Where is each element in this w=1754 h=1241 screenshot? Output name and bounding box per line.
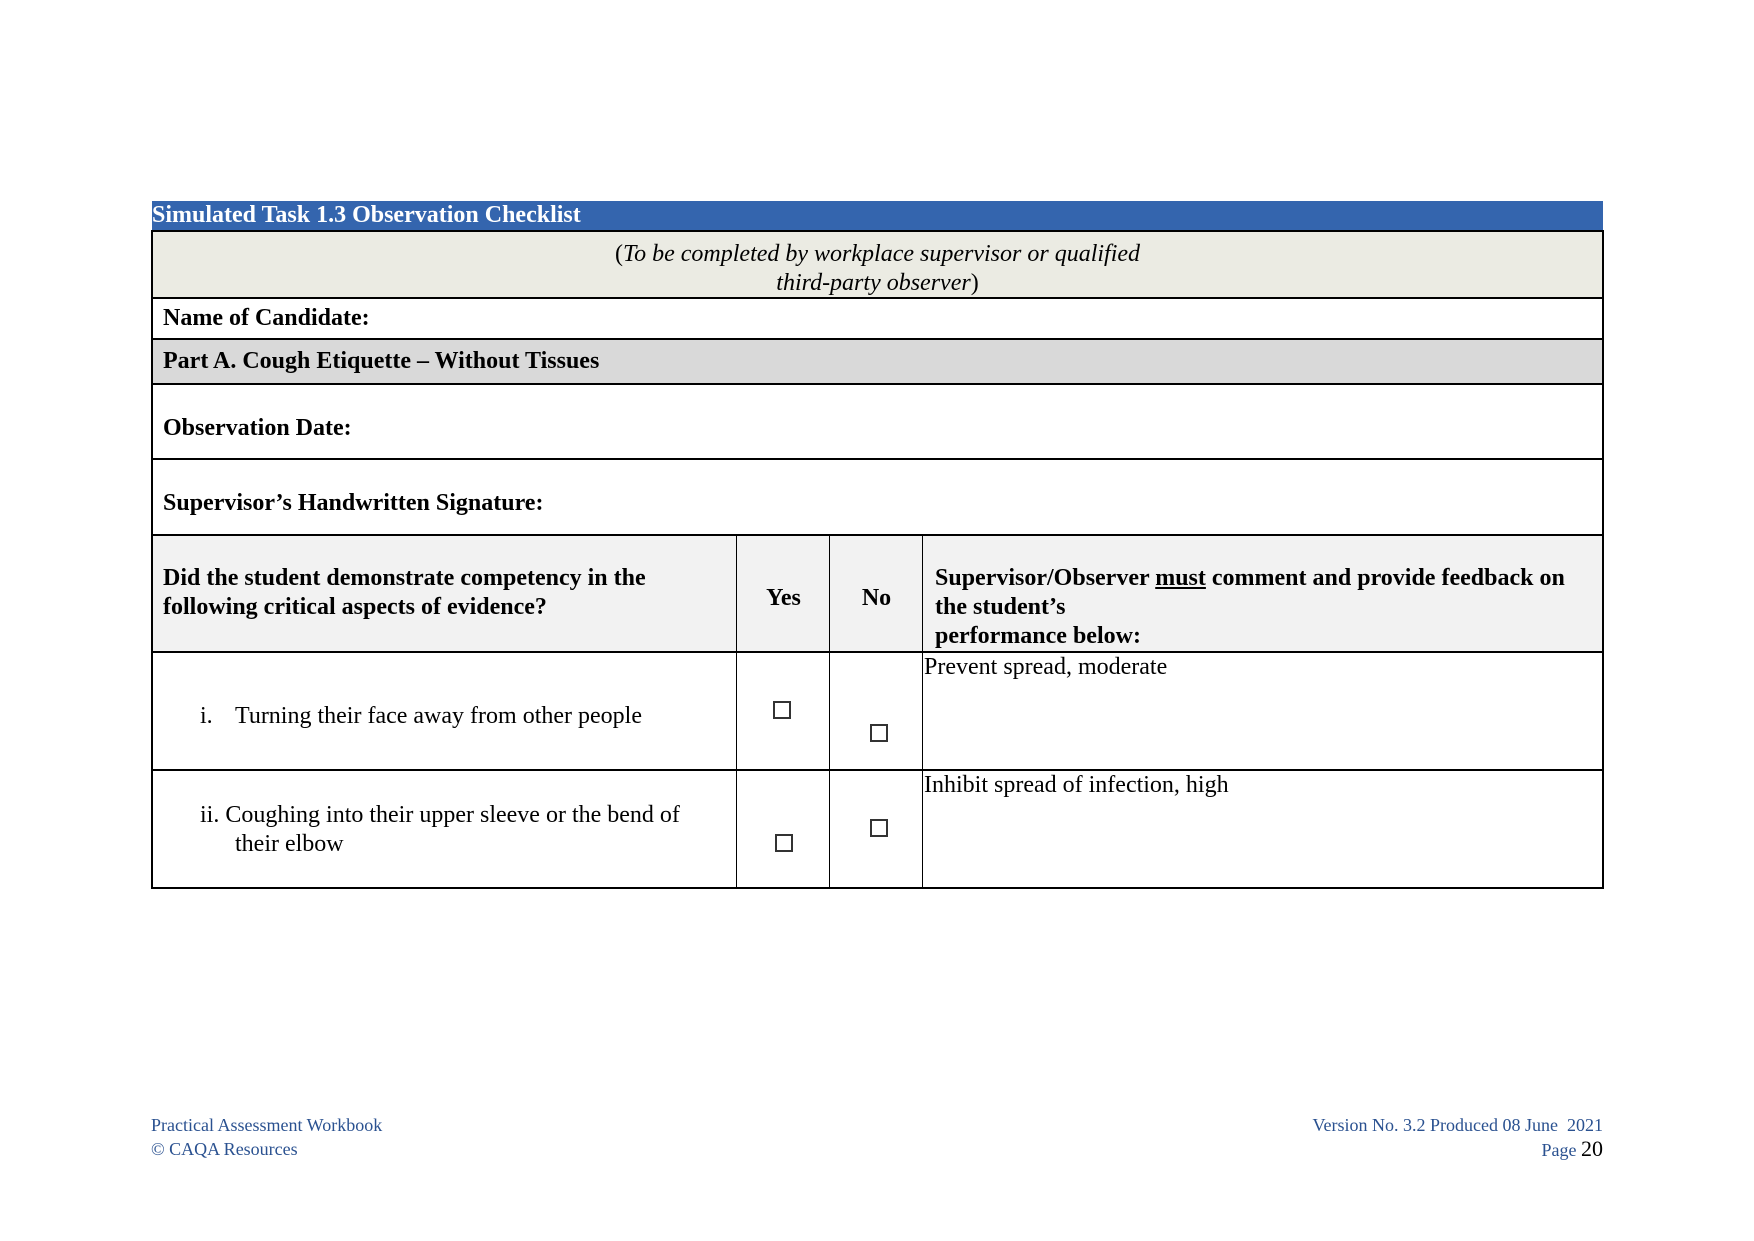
table-border: [152, 887, 1603, 889]
instructions-line-2: third-party observer): [153, 269, 1602, 298]
row-numeral: i.: [200, 703, 213, 729]
instructions-row: (To be completed by workplace supervisor…: [153, 231, 1602, 298]
checklist-title-bar: Simulated Task 1.3 Observation Checklist: [152, 201, 1603, 230]
row-1-no-checkbox[interactable]: [870, 724, 888, 742]
yes-header: Yes: [766, 585, 801, 611]
signature-label: Supervisor’s Handwritten Signature:: [163, 490, 544, 516]
row-divider: [152, 458, 1603, 460]
candidate-name-label: Name of Candidate:: [163, 305, 370, 331]
table-border: [152, 230, 1603, 232]
footer-left: Practical Assessment Workbook © CAQA Res…: [151, 1113, 382, 1161]
feedback-header-line-1: Supervisor/Observer must comment and pro…: [935, 564, 1565, 593]
footer-copyright: © CAQA Resources: [151, 1139, 298, 1159]
row-numeral: ii.: [200, 802, 220, 828]
feedback-header-line-3: performance below:: [935, 623, 1141, 649]
row-divider: [152, 297, 1603, 299]
column-divider: [829, 534, 830, 889]
row-criterion-line-1: Coughing into their upper sleeve or the …: [225, 802, 680, 828]
page-number: 20: [1581, 1136, 1603, 1161]
no-header: No: [861, 585, 892, 611]
feedback-header-line-2: the student’s: [935, 594, 1066, 620]
observation-date-label: Observation Date:: [163, 415, 352, 441]
instructions-line-1: (To be completed by workplace supervisor…: [153, 240, 1602, 269]
row-criterion: Turning their face away from other peopl…: [235, 703, 642, 729]
row-divider: [152, 534, 1603, 536]
footer-version: Version No. 3.2 Produced 08 June 2021: [1312, 1115, 1603, 1135]
question-header: Did the student demonstrate competency i…: [163, 564, 646, 622]
table-border: [1602, 230, 1604, 889]
column-divider: [922, 534, 923, 889]
footer-page: Page 20: [1313, 1136, 1604, 1162]
feedback-header: Supervisor/Observer must comment and pro…: [935, 564, 1565, 651]
question-header-line-1: Did the student demonstrate competency i…: [163, 565, 646, 591]
feedback-header-emphasis: must: [1155, 565, 1206, 591]
part-a-title: Part A. Cough Etiquette – Without Tissue…: [163, 348, 600, 374]
question-header-line-2: following critical aspects of evidence?: [163, 594, 547, 620]
open-paren: (: [614, 241, 623, 267]
table-row: ii. Coughing into their upper sleeve or …: [200, 801, 680, 859]
row-divider: [152, 383, 1603, 385]
row-1-yes-checkbox[interactable]: [773, 701, 791, 719]
candidate-name-field[interactable]: [420, 300, 1590, 336]
row-divider: [152, 769, 1603, 771]
table-border: [151, 230, 153, 889]
instructions-text-1: To be completed by workplace supervisor …: [622, 241, 1141, 267]
row-2-no-checkbox[interactable]: [870, 819, 888, 837]
column-divider: [736, 534, 737, 889]
row-divider: [152, 338, 1603, 340]
close-paren: ): [970, 270, 979, 296]
footer-workbook-title: Practical Assessment Workbook: [151, 1115, 383, 1135]
feedback-header-post: comment and provide feedback on: [1205, 565, 1565, 591]
signature-field[interactable]: [580, 465, 1590, 529]
checklist-title: Simulated Task 1.3 Observation Checklist: [152, 202, 581, 228]
observation-date-field[interactable]: [400, 390, 1590, 454]
row-2-feedback[interactable]: Inhibit spread of infection, high: [924, 771, 1594, 881]
table-row: i. Turning their face away from other peo…: [200, 702, 642, 731]
feedback-header-pre: Supervisor/Observer: [935, 565, 1156, 591]
row-divider: [152, 651, 1603, 653]
row-criterion-line-2: their elbow: [235, 831, 344, 857]
footer-right: Version No. 3.2 Produced 08 June 2021 Pa…: [1313, 1113, 1603, 1162]
row-2-yes-checkbox[interactable]: [775, 834, 793, 852]
page-label: Page: [1541, 1140, 1577, 1160]
instructions-text-2: third-party observer: [776, 270, 971, 296]
row-1-feedback[interactable]: Prevent spread, moderate: [924, 653, 1594, 763]
